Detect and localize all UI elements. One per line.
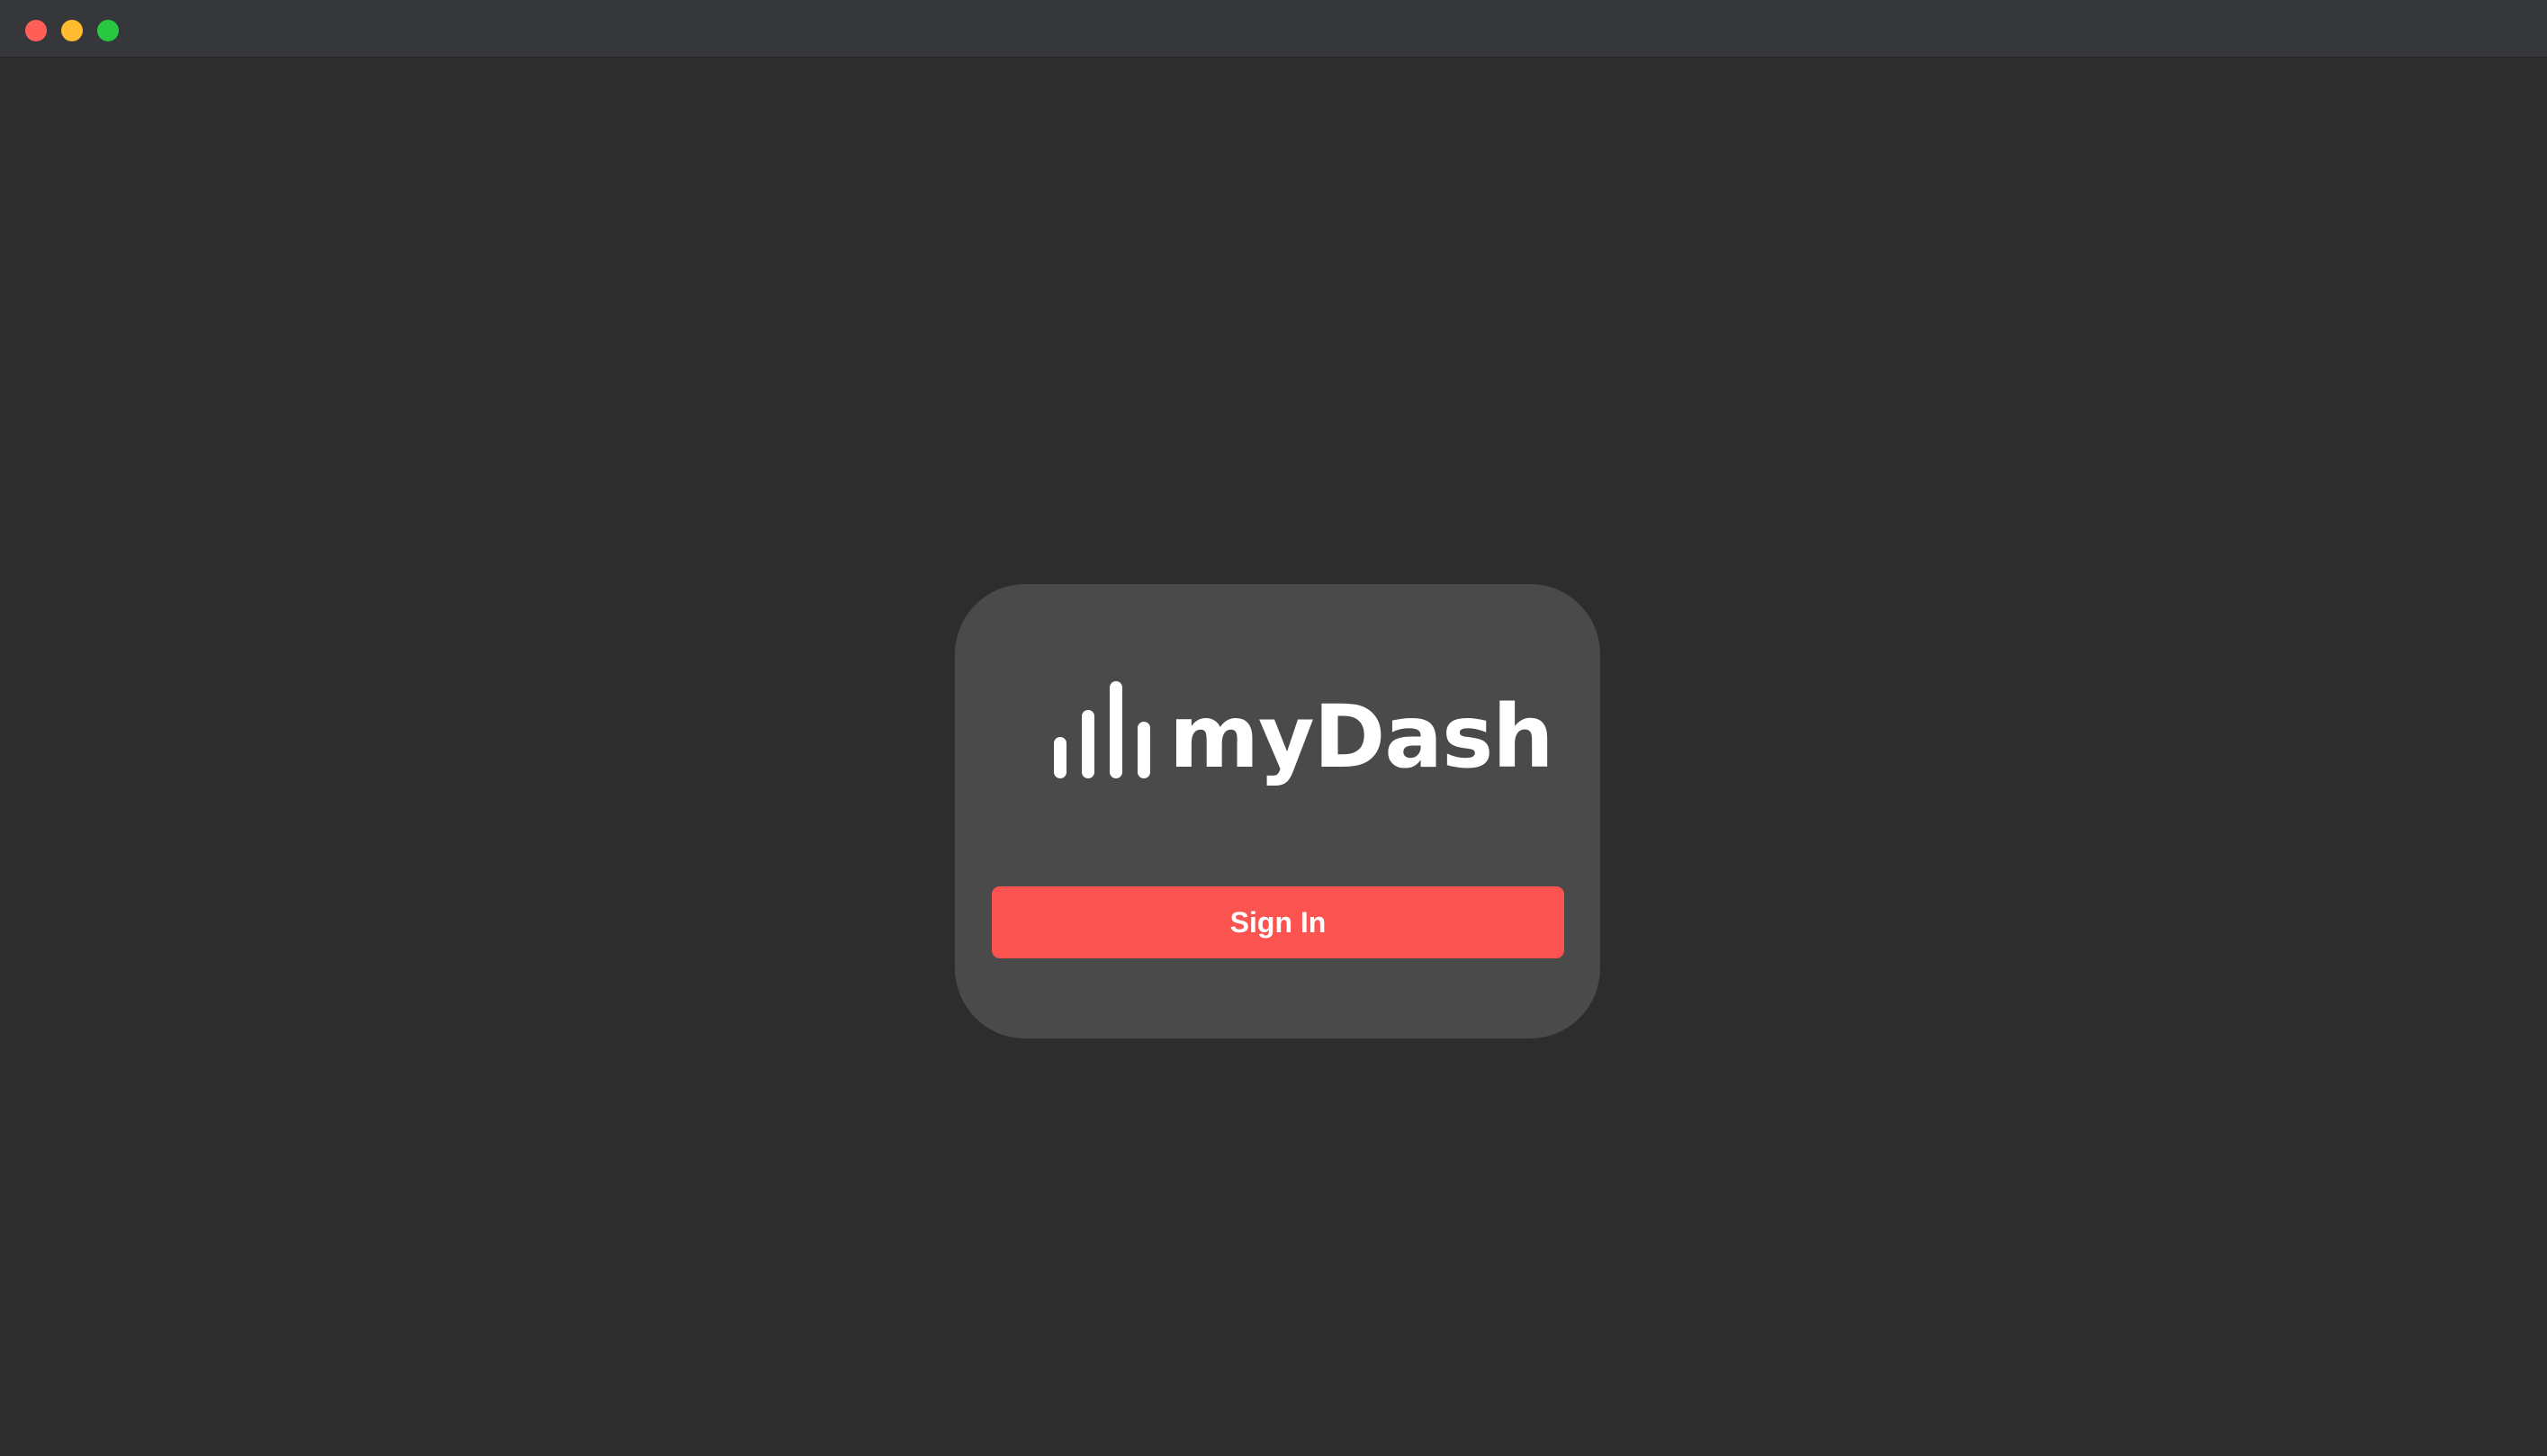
title-bar [0, 0, 2547, 58]
app-window: myDash Sign In [0, 0, 2547, 1456]
brand-logo: myDash [1052, 681, 1554, 789]
close-icon[interactable] [25, 20, 47, 41]
minimize-icon[interactable] [61, 20, 83, 41]
bar-chart-icon [1054, 681, 1150, 778]
main-content: myDash Sign In [0, 58, 2547, 1456]
sign-in-button[interactable]: Sign In [992, 886, 1564, 958]
login-card: myDash Sign In [955, 584, 1600, 1038]
brand-name: myDash [1169, 687, 1554, 787]
zoom-icon[interactable] [97, 20, 119, 41]
